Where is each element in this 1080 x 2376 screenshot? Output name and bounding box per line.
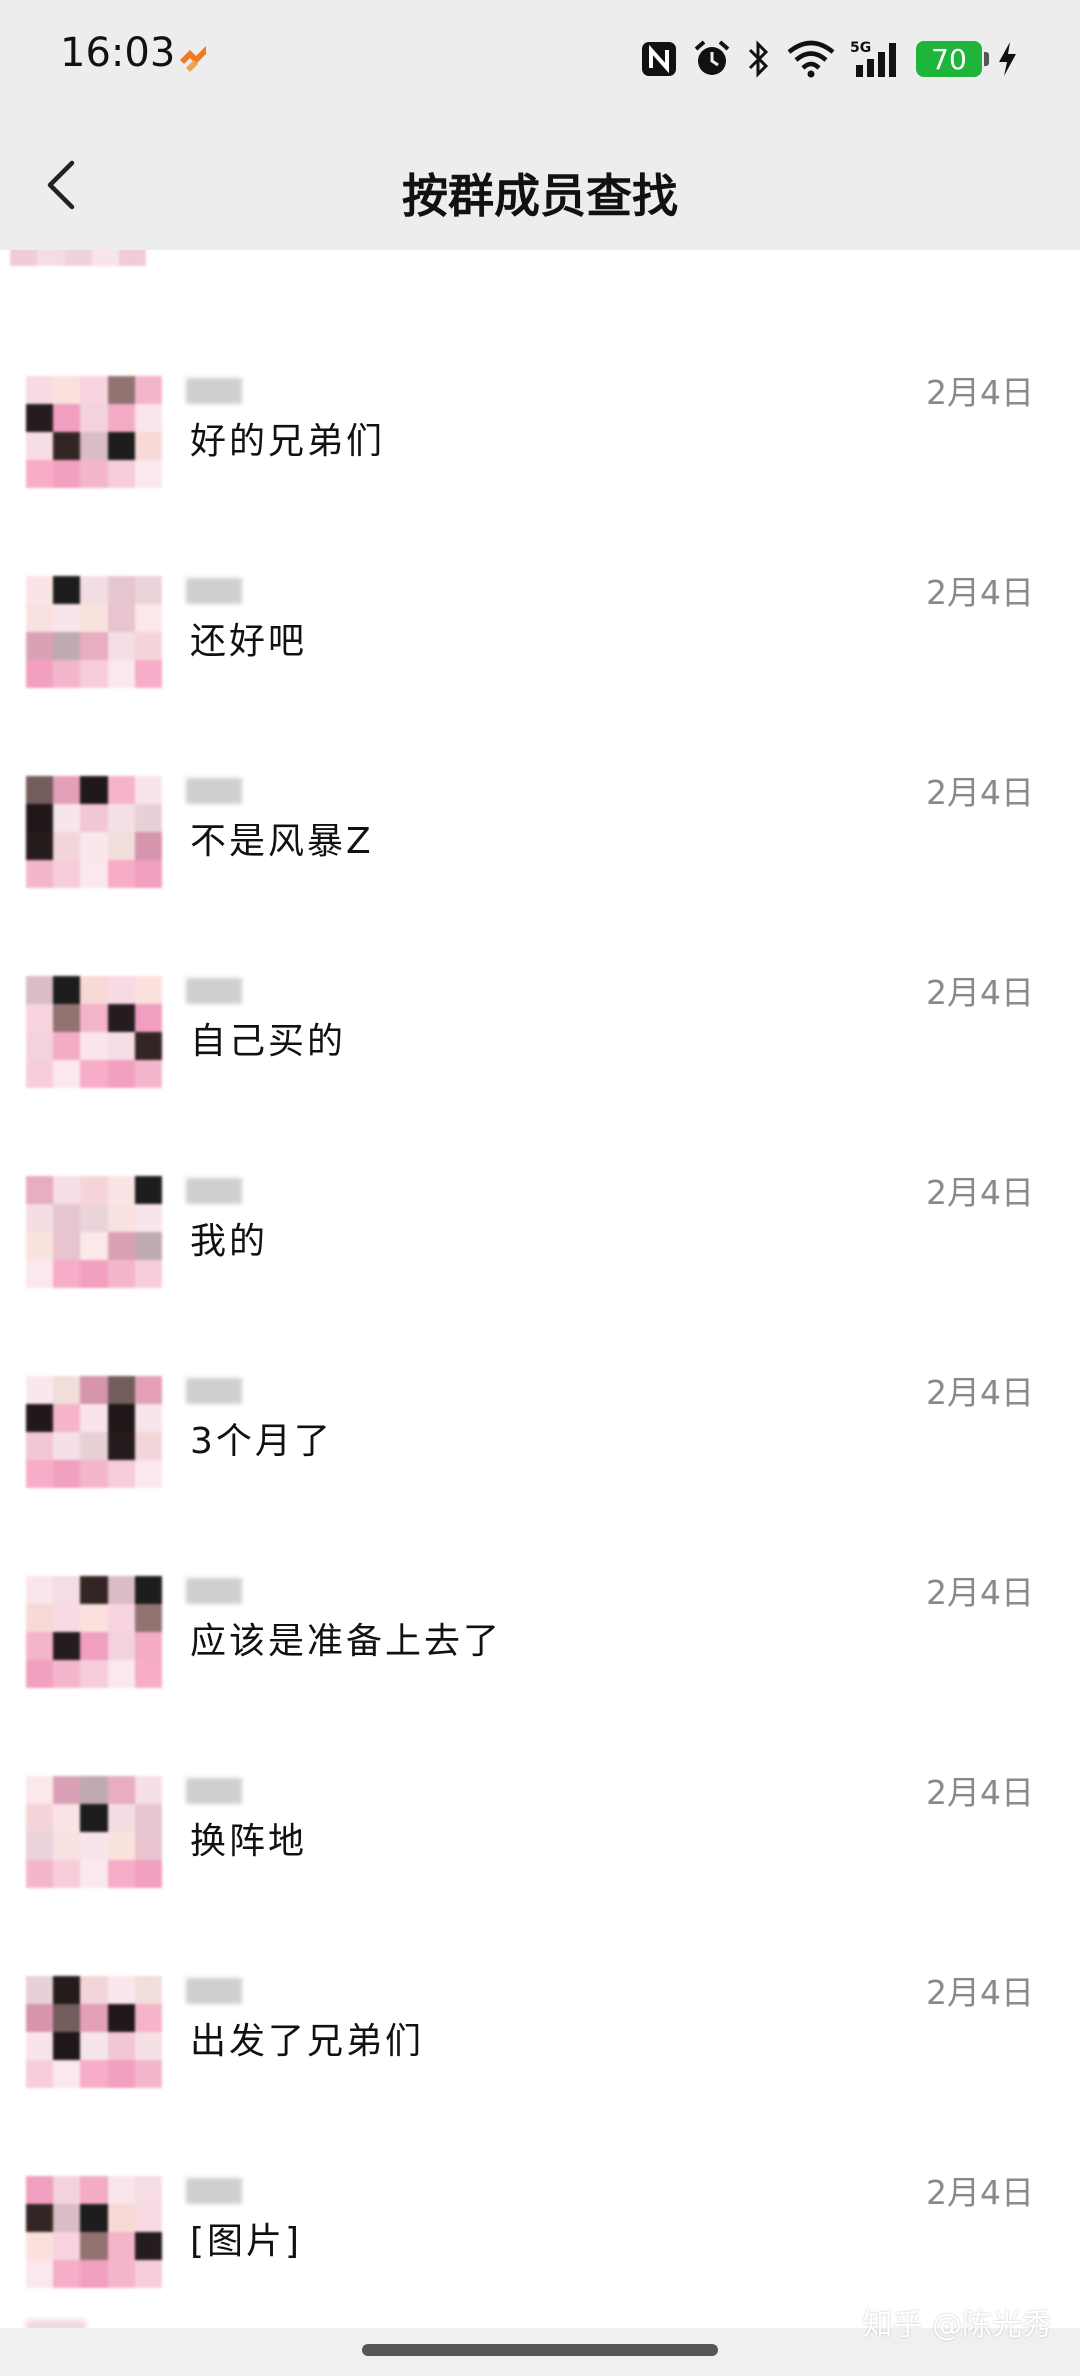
5g-signal-icon: 5G — [850, 39, 902, 79]
message-date: 2月4日 — [926, 773, 1034, 812]
list-item[interactable]: 换阵地 2月4日 — [0, 1680, 1080, 1888]
list-item[interactable]: 还好吧 2月4日 — [0, 480, 1080, 688]
charging-icon — [996, 40, 1018, 78]
sender-name-blurred — [186, 778, 242, 804]
list-item[interactable]: 不是风暴Z 2月4日 — [0, 680, 1080, 888]
message-text: 换阵地 — [190, 1821, 308, 1862]
avatar — [26, 976, 162, 1088]
list-item[interactable]: [图片] 2月4日 — [0, 2080, 1080, 2288]
avatar — [26, 1176, 162, 1288]
message-text: 不是风暴Z — [190, 821, 374, 862]
list-item[interactable]: 我的 2月4日 — [0, 1080, 1080, 1288]
sender-name-blurred — [186, 378, 242, 404]
avatar — [26, 1576, 162, 1688]
sender-name-blurred — [186, 1578, 242, 1604]
page-title: 按群成员查找 — [402, 169, 678, 223]
message-date: 2月4日 — [926, 1373, 1034, 1412]
message-text: 好的兄弟们 — [190, 421, 386, 462]
message-date: 2月4日 — [926, 1773, 1034, 1812]
list-item[interactable]: 应该是准备上去了 2月4日 — [0, 1480, 1080, 1688]
avatar — [26, 1976, 162, 2088]
status-bar: 16:03 5G 70 — [0, 0, 1080, 120]
sender-name-blurred — [186, 1778, 242, 1804]
message-text: [图片] — [190, 2221, 303, 2262]
nfc-icon — [640, 40, 678, 78]
message-date: 2月4日 — [926, 373, 1034, 412]
avatar — [26, 576, 162, 688]
message-text: 出发了兄弟们 — [190, 2021, 425, 2062]
status-time: 16:03 — [60, 30, 176, 76]
app-notification-icon — [176, 42, 210, 76]
nav-bar: 按群成员查找 — [0, 120, 1080, 250]
message-list[interactable]: 好的兄弟们 2月4日 还好吧 2月4日 不是风暴Z 2月4日 自己买的 2月4日 我的 2月4日 3… — [0, 250, 1080, 2288]
avatar — [26, 1376, 162, 1488]
list-item[interactable]: 自己买的 2月4日 — [0, 880, 1080, 1088]
bluetooth-icon — [746, 39, 772, 79]
battery-icon: 70 — [916, 41, 989, 77]
list-item[interactable]: 好的兄弟们 2月4日 — [0, 280, 1080, 488]
sender-name-blurred — [186, 2178, 242, 2204]
message-date: 2月4日 — [926, 2173, 1034, 2212]
message-text: 自己买的 — [190, 1021, 347, 1062]
message-text: 3个月了 — [190, 1421, 333, 1462]
avatar — [26, 776, 162, 888]
avatar — [10, 250, 146, 266]
message-date: 2月4日 — [926, 1573, 1034, 1612]
sender-name-blurred — [186, 578, 242, 604]
home-indicator[interactable] — [362, 2344, 718, 2356]
list-item[interactable]: 3个月了 2月4日 — [0, 1280, 1080, 1488]
sender-name-blurred — [186, 1178, 242, 1204]
message-date: 2月4日 — [926, 1973, 1034, 2012]
avatar — [26, 1776, 162, 1888]
sender-name-blurred — [186, 1978, 242, 2004]
message-text: 我的 — [190, 1221, 269, 1262]
message-date: 2月4日 — [926, 973, 1034, 1012]
avatar — [26, 2176, 162, 2288]
status-icons: 5G 70 — [640, 30, 1018, 88]
sender-name-blurred — [186, 1378, 242, 1404]
alarm-icon — [692, 39, 732, 79]
message-text: 应该是准备上去了 — [190, 1621, 503, 1662]
list-item[interactable]: 出发了兄弟们 2月4日 — [0, 1880, 1080, 2088]
sender-name-blurred — [186, 978, 242, 1004]
message-text: 还好吧 — [190, 621, 308, 662]
watermark: 知乎 @陈光秀 — [862, 2308, 1052, 2343]
message-date: 2月4日 — [926, 573, 1034, 612]
wifi-icon — [786, 40, 836, 78]
svg-text:5G: 5G — [850, 40, 871, 56]
message-date: 2月4日 — [926, 1173, 1034, 1212]
avatar — [26, 376, 162, 488]
list-item-partial — [0, 250, 1080, 280]
